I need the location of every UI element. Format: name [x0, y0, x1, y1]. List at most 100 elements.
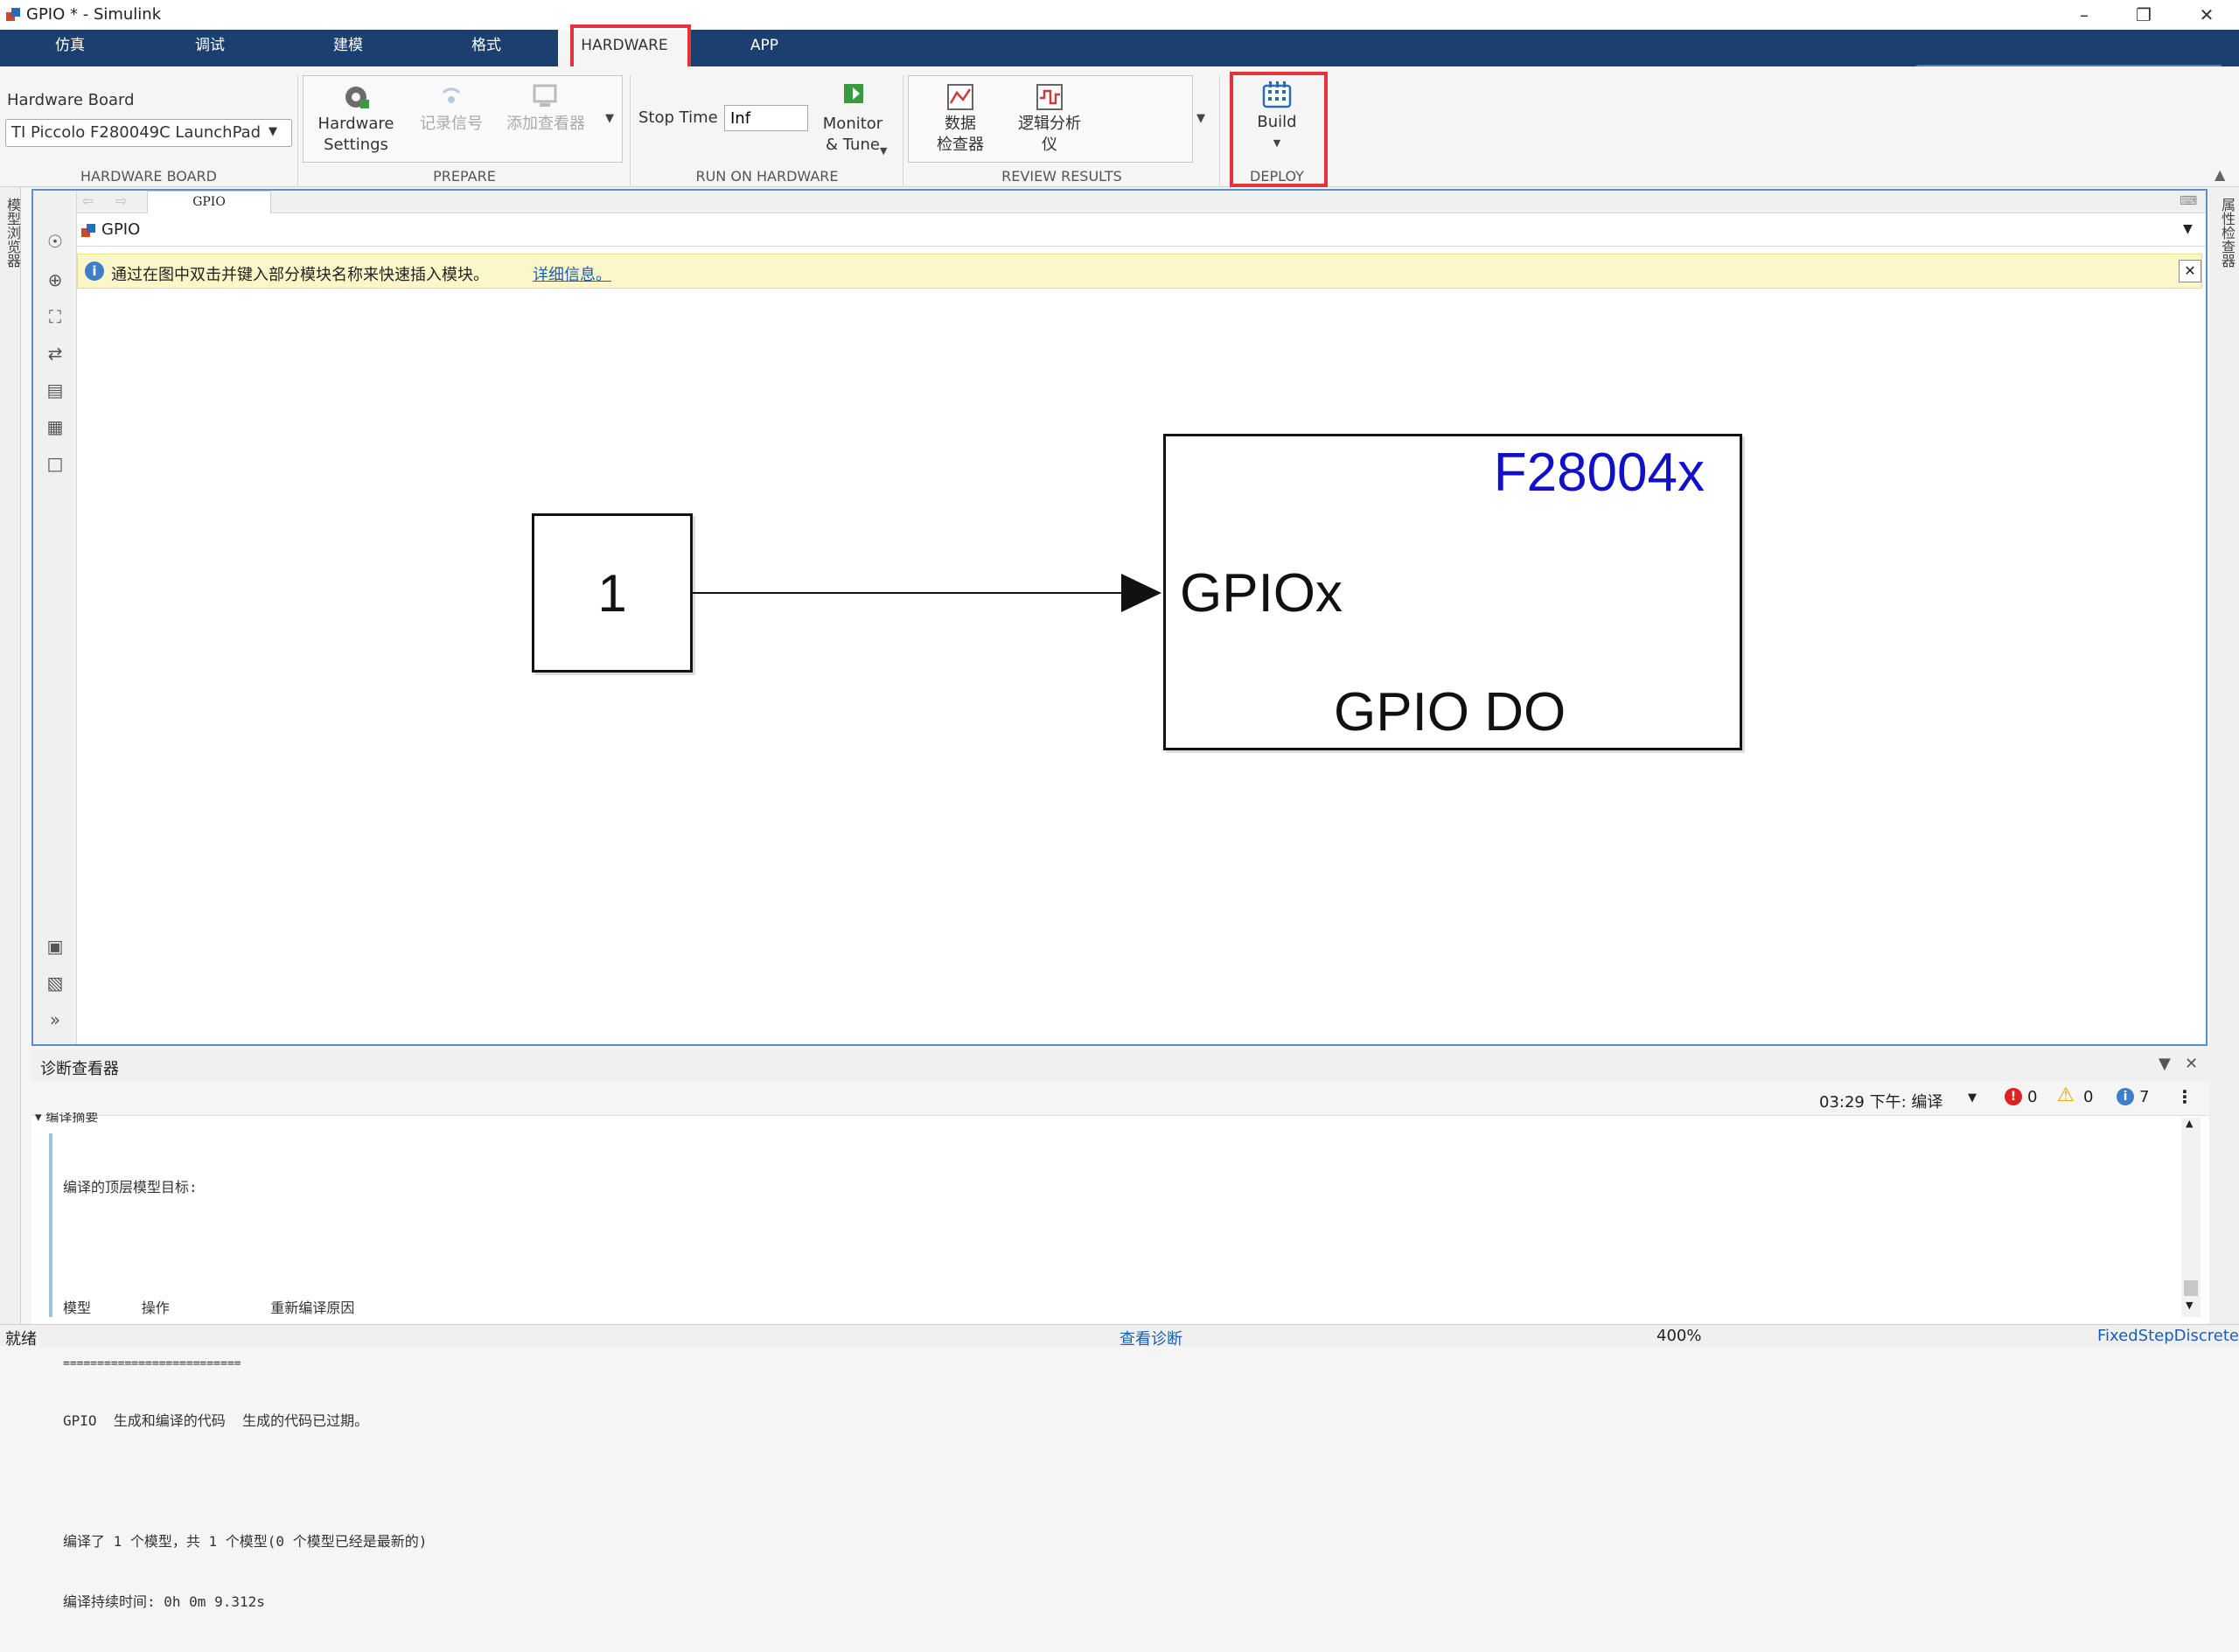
annotation-icon[interactable]: ▤ [42, 378, 68, 402]
diagnostic-viewer-header: 诊断查看器 ▼ ✕ [31, 1049, 2209, 1081]
diagnostic-line: 编译持续时间: 0h 0m 9.312s [63, 1593, 265, 1610]
model-icon [81, 224, 95, 237]
info-count: 7 [2139, 1088, 2150, 1106]
monitor-tune-button[interactable]: Monitor & Tune [813, 79, 892, 156]
back-icon[interactable]: ⇦ [82, 192, 94, 209]
log-signals-label: 记录信号 [420, 115, 483, 133]
zoom-icon[interactable]: ⊕ [42, 268, 68, 292]
hardware-board-select[interactable]: TI Piccolo F280049C LaunchPad ▼ [5, 119, 292, 147]
monitor-chevron-down-icon[interactable]: ▼ [880, 145, 887, 157]
solver-link[interactable]: FixedStepDiscrete [2097, 1327, 2239, 1345]
info-details-link[interactable]: 详细信息。 [533, 262, 611, 285]
gpio-family-label: F28004x [1493, 443, 1705, 503]
collapse-section-icon: ▾ [35, 1112, 46, 1123]
section-title: 编译摘要 [45, 1112, 99, 1123]
gear-icon [345, 87, 369, 108]
image-icon[interactable]: ▦ [42, 415, 68, 439]
logic-analyzer-label-1: 逻辑分析 [1018, 115, 1081, 133]
status-bar: 就绪 查看诊断 400% FixedStepDiscrete [0, 1324, 2239, 1349]
model-canvas[interactable] [77, 290, 2206, 1042]
section-header[interactable]: ▾ 编译摘要 [35, 1112, 98, 1123]
diagnostic-run-selector[interactable]: 03:29 下午: 编译 [1819, 1090, 1943, 1112]
diagnostic-scrollbar[interactable]: ▲ ▼ [2181, 1118, 2201, 1317]
diagnostic-line [63, 1237, 427, 1258]
chevron-down-icon: ▼ [269, 125, 277, 138]
ribbon-separator [297, 75, 298, 187]
tab-gpio-model[interactable]: GPIO [147, 191, 271, 213]
scroll-thumb[interactable] [2184, 1280, 2198, 1296]
close-panel-icon[interactable]: ✕ [2185, 1055, 2198, 1073]
hardware-settings-label-2: Settings [324, 136, 388, 154]
tab-app[interactable]: APP [721, 30, 808, 66]
run-selector-chevron-icon[interactable]: ▼ [1968, 1091, 1977, 1105]
report-icon[interactable]: ▧ [42, 971, 68, 995]
close-icon[interactable]: ✕ [2187, 2, 2227, 28]
ribbon-tab-bar: 仿真 调试 建模 格式 HARDWARE APP ▣ ↶ ↷ ⚲ ▦ ▼ ? ▼… [0, 30, 2239, 91]
viewer-icon [533, 84, 557, 107]
diagnostic-text: 编译的顶层模型目标: 模型 操作 重新编译原因 ================… [63, 1137, 427, 1652]
scroll-up-icon[interactable]: ▲ [2186, 1118, 2193, 1129]
hardware-settings-button[interactable]: Hardware Settings [308, 80, 404, 156]
group-label-review-results: REVIEW RESULTS [1001, 168, 1122, 185]
stop-time-input[interactable] [724, 105, 808, 131]
model-browser-tab[interactable]: 模型浏览器 [2, 198, 23, 268]
gpio-block-name: GPIO DO [1334, 682, 1566, 742]
keyboard-icon[interactable]: ⌨ [2180, 194, 2197, 208]
logic-analyzer-icon [1036, 84, 1063, 110]
more-options-icon[interactable]: ⋮ [2176, 1086, 2194, 1107]
expand-toolstrip-icon[interactable]: » [42, 1007, 68, 1032]
info-count-icon[interactable]: i [2117, 1088, 2134, 1105]
constant-value: 1 [597, 563, 627, 623]
fit-to-view-icon[interactable]: ⛶ [42, 304, 68, 329]
info-icon: i [85, 261, 104, 281]
panel-menu-icon[interactable]: ▼ [2159, 1055, 2171, 1073]
group-label-run-on-hardware: RUN ON HARDWARE [695, 168, 839, 185]
constant-block[interactable]: 1 [532, 513, 693, 673]
tab-debug[interactable]: 调试 [166, 30, 254, 66]
area-icon[interactable]: □ [42, 451, 68, 476]
diagnostic-line [63, 1471, 427, 1491]
logic-analyzer-button[interactable]: 逻辑分析 仪 [1006, 80, 1093, 156]
prepare-gallery-expand-icon[interactable]: ▼ [605, 112, 614, 125]
hardware-board-value: TI Piccolo F280049C LaunchPad [11, 123, 262, 142]
property-inspector-strip: 属性检查器 [2209, 187, 2239, 1324]
status-ready: 就绪 [5, 1330, 37, 1349]
address-chevron-down-icon[interactable]: ▼ [2183, 222, 2193, 236]
tab-modeling[interactable]: 建模 [304, 30, 392, 66]
minimize-icon[interactable]: – [2064, 2, 2104, 28]
info-message: 通过在图中双击并键入部分模块名称来快速插入模块。 [111, 266, 489, 284]
screenshot-icon[interactable]: ▣ [42, 934, 68, 958]
add-viewer-button[interactable]: 添加查看器 [500, 80, 591, 135]
log-signals-button[interactable]: 记录信号 [408, 80, 495, 135]
collapse-ribbon-icon[interactable]: ▲ [2215, 166, 2225, 183]
hardware-settings-label-1: Hardware [317, 115, 394, 133]
property-inspector-tab[interactable]: 属性检查器 [2216, 198, 2237, 268]
tab-simulation[interactable]: 仿真 [26, 30, 114, 66]
data-inspector-button[interactable]: 数据 检查器 [918, 80, 1002, 156]
group-label-hardware-board: HARDWARE BOARD [80, 168, 217, 185]
arrange-icon[interactable]: ⇄ [42, 341, 68, 366]
diagnostic-message: 编译的顶层模型目标: 模型 操作 重新编译原因 ================… [49, 1133, 2178, 1610]
warning-icon[interactable]: ⚠ [2057, 1084, 2075, 1106]
error-icon[interactable]: ! [2005, 1088, 2022, 1105]
review-gallery-expand-icon[interactable]: ▼ [1196, 112, 1205, 125]
highlight-build-group [1230, 72, 1328, 187]
info-bar: i 通过在图中双击并键入部分模块名称来快速插入模块。 详细信息。 ✕ [77, 254, 2202, 289]
scroll-down-icon[interactable]: ▼ [2186, 1300, 2193, 1311]
restore-icon[interactable]: ❐ [2124, 2, 2164, 28]
address-path[interactable]: GPIO [101, 220, 140, 239]
signal-line[interactable] [691, 568, 1168, 621]
model-browser-strip: 模型浏览器 [0, 187, 21, 1324]
tab-format[interactable]: 格式 [443, 30, 530, 66]
hardware-board-heading: Hardware Board [7, 91, 135, 109]
gpio-port-label: GPIOx [1180, 563, 1343, 624]
forward-icon[interactable]: ⇨ [115, 192, 127, 209]
close-info-icon[interactable]: ✕ [2179, 260, 2201, 282]
view-diagnostics-link[interactable]: 查看诊断 [1120, 1327, 1182, 1349]
hide-show-browser-icon[interactable]: ☉ [42, 229, 68, 254]
gpio-do-block[interactable]: F28004x GPIOx GPIO DO [1163, 434, 1742, 750]
logic-analyzer-label-2: 仪 [1042, 136, 1057, 154]
diagnostic-line: ========================== [63, 1357, 241, 1370]
ribbon-separator [1219, 75, 1220, 187]
input-port-arrow [1121, 574, 1161, 612]
